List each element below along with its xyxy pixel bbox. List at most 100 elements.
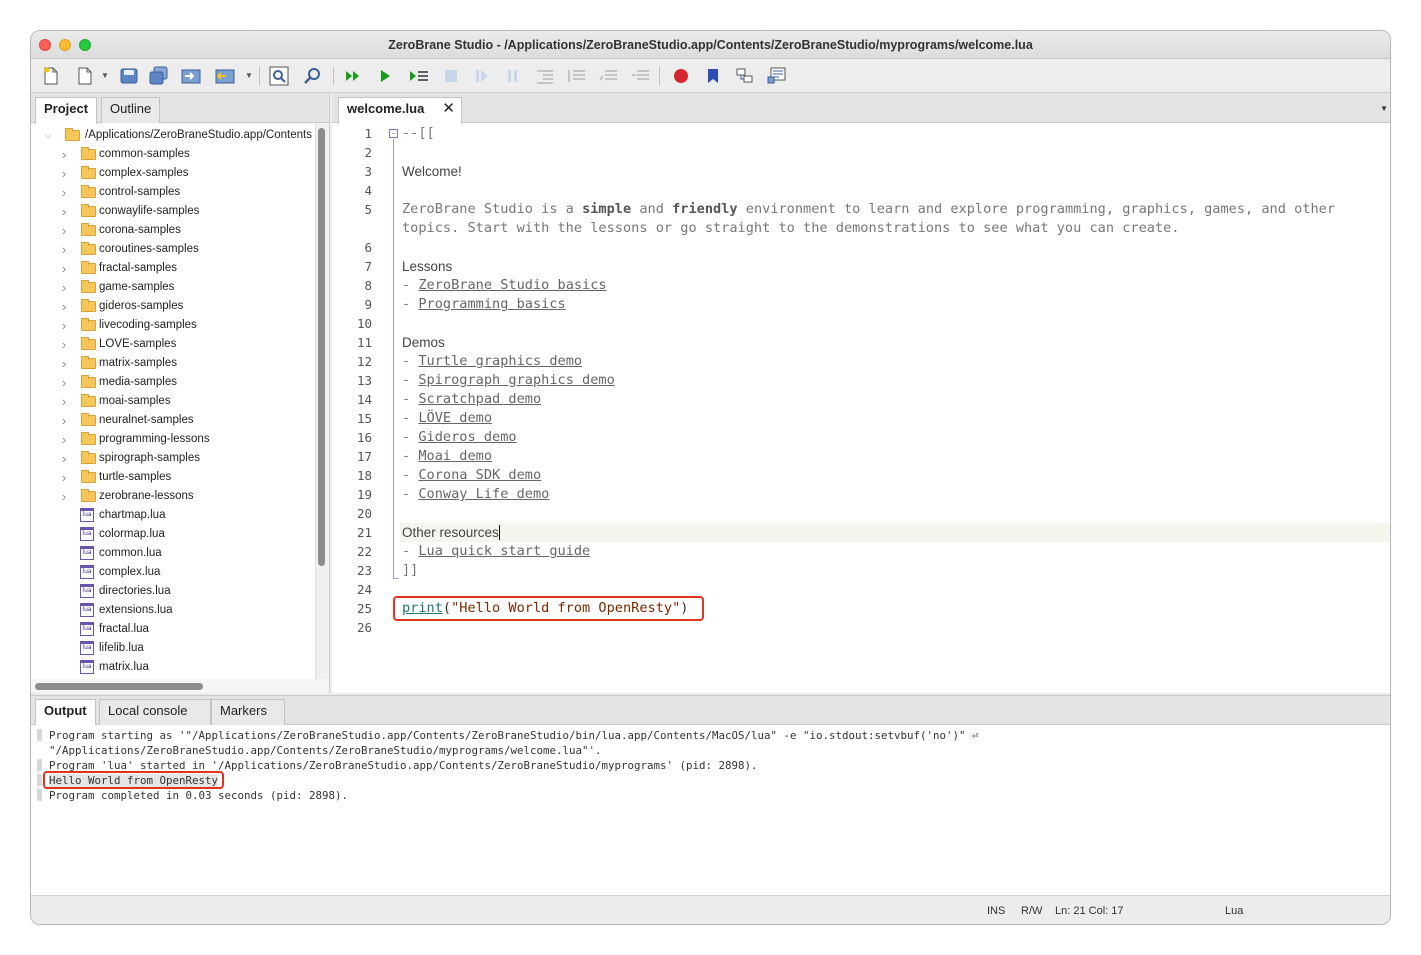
tree-folder-item[interactable]: › gideros-samples bbox=[31, 297, 315, 316]
tab-output[interactable]: Output bbox=[35, 699, 96, 725]
doc-link[interactable]: LÖVE demo bbox=[418, 410, 492, 426]
start-debug-icon[interactable] bbox=[375, 66, 395, 86]
tree-file-item[interactable]: lua chartmap.lua bbox=[31, 506, 315, 525]
chevron-right-icon[interactable]: › bbox=[59, 259, 69, 278]
code-line[interactable]: Lessons bbox=[402, 257, 452, 276]
step-out-icon[interactable] bbox=[567, 66, 587, 86]
code-line[interactable]: print("Hello World from OpenResty") bbox=[402, 599, 688, 618]
tree-folder-item[interactable]: › moai-samples bbox=[31, 392, 315, 411]
tree-file-item[interactable]: lua fractal.lua bbox=[31, 620, 315, 639]
fold-toggle-icon[interactable]: − bbox=[389, 129, 398, 138]
tab-outline[interactable]: Outline bbox=[101, 97, 161, 123]
doc-link[interactable]: Spirograph graphics demo bbox=[418, 372, 614, 388]
stop-icon[interactable] bbox=[441, 66, 461, 86]
doc-link[interactable]: Gideros demo bbox=[418, 429, 516, 445]
chevron-down-icon[interactable]: ▼ bbox=[101, 71, 109, 80]
watch-icon[interactable] bbox=[599, 66, 619, 86]
chevron-down-icon[interactable]: ⌵ bbox=[43, 126, 53, 145]
find-icon[interactable] bbox=[269, 66, 289, 86]
analyze-icon[interactable] bbox=[767, 66, 787, 86]
tree-folder-item[interactable]: › turtle-samples bbox=[31, 468, 315, 487]
tree-folder-item[interactable]: › neuralnet-samples bbox=[31, 411, 315, 430]
tree-horizontal-scrollbar[interactable] bbox=[35, 683, 203, 690]
chevron-right-icon[interactable]: › bbox=[59, 145, 69, 164]
tree-file-item[interactable]: lua colormap.lua bbox=[31, 525, 315, 544]
code-line[interactable]: - Programming basics bbox=[402, 295, 566, 314]
code-line[interactable]: Demos bbox=[402, 333, 445, 352]
chevron-right-icon[interactable]: › bbox=[59, 354, 69, 373]
find-in-files-icon[interactable] bbox=[303, 66, 323, 86]
doc-link[interactable]: Turtle graphics demo bbox=[418, 353, 582, 369]
tree-root[interactable]: ⌵ /Applications/ZeroBraneStudio.app/Cont… bbox=[31, 126, 315, 145]
code-line[interactable]: - Lua quick start guide bbox=[402, 542, 590, 561]
project-directory-icon[interactable] bbox=[181, 66, 201, 86]
code-editor[interactable]: 1 --[[2 3 Welcome! 4 5 ZeroBrane Studio is a s… bbox=[332, 124, 1390, 693]
code-line[interactable]: - Scratchpad demo bbox=[402, 390, 541, 409]
chevron-right-icon[interactable]: › bbox=[59, 221, 69, 240]
chevron-right-icon[interactable]: › bbox=[59, 392, 69, 411]
project-choose-icon[interactable] bbox=[215, 66, 235, 86]
doc-link[interactable]: Lua quick start guide bbox=[418, 543, 590, 559]
tree-folder-item[interactable]: › game-samples bbox=[31, 278, 315, 297]
run-icon[interactable] bbox=[343, 66, 363, 86]
doc-link[interactable]: Moai demo bbox=[418, 448, 492, 464]
doc-link[interactable]: Conway Life demo bbox=[418, 486, 549, 502]
tree-vertical-scrollbar[interactable] bbox=[318, 128, 325, 566]
doc-link[interactable]: ZeroBrane Studio basics bbox=[418, 277, 606, 293]
compile-icon[interactable] bbox=[735, 66, 755, 86]
tree-folder-item[interactable]: › media-samples bbox=[31, 373, 315, 392]
tree-file-item[interactable]: lua extensions.lua bbox=[31, 601, 315, 620]
code-line[interactable]: - Gideros demo bbox=[402, 428, 517, 447]
tree-folder-item[interactable]: › fractal-samples bbox=[31, 259, 315, 278]
tree-folder-item[interactable]: › corona-samples bbox=[31, 221, 315, 240]
tree-folder-item[interactable]: › LOVE-samples bbox=[31, 335, 315, 354]
chevron-right-icon[interactable]: › bbox=[59, 449, 69, 468]
chevron-right-icon[interactable]: › bbox=[59, 240, 69, 259]
chevron-right-icon[interactable]: › bbox=[59, 278, 69, 297]
tree-folder-item[interactable]: › coroutines-samples bbox=[31, 240, 315, 259]
tab-project[interactable]: Project bbox=[35, 97, 98, 124]
break-icon[interactable] bbox=[503, 66, 523, 86]
tree-folder-item[interactable]: › programming-lessons bbox=[31, 430, 315, 449]
tab-welcome-lua[interactable]: welcome.lua ✕ bbox=[338, 97, 462, 124]
code-line[interactable]: Other resources bbox=[402, 523, 500, 542]
code-line[interactable]: ]] bbox=[402, 561, 418, 580]
tree-folder-item[interactable]: › complex-samples bbox=[31, 164, 315, 183]
chevron-right-icon[interactable]: › bbox=[59, 468, 69, 487]
tree-file-item[interactable]: lua directories.lua bbox=[31, 582, 315, 601]
code-line[interactable]: - Corona SDK demo bbox=[402, 466, 541, 485]
chevron-right-icon[interactable]: › bbox=[59, 335, 69, 354]
chevron-right-icon[interactable]: › bbox=[59, 183, 69, 202]
run-to-cursor-icon[interactable] bbox=[409, 66, 429, 86]
close-icon[interactable]: ✕ bbox=[442, 98, 455, 120]
tree-file-item[interactable]: lua lifelib.lua bbox=[31, 639, 315, 658]
code-line[interactable]: ZeroBrane Studio is a simple and friendl… bbox=[402, 200, 1335, 219]
stack-icon[interactable] bbox=[631, 66, 651, 86]
save-all-icon[interactable] bbox=[149, 66, 169, 86]
chevron-right-icon[interactable]: › bbox=[59, 487, 69, 506]
code-line[interactable]: Welcome! bbox=[402, 162, 462, 181]
code-line[interactable]: topics. Start with the lessons or go str… bbox=[402, 219, 1180, 238]
chevron-right-icon[interactable]: › bbox=[59, 316, 69, 335]
chevron-down-icon[interactable]: ▼ bbox=[245, 71, 253, 80]
save-icon[interactable] bbox=[119, 66, 139, 86]
chevron-right-icon[interactable]: › bbox=[59, 297, 69, 316]
output-text[interactable]: Program starting as '"/Applications/Zero… bbox=[31, 726, 1390, 897]
chevron-right-icon[interactable]: › bbox=[59, 411, 69, 430]
new-file-icon[interactable] bbox=[41, 66, 61, 86]
tree-file-item[interactable]: lua matrix.lua bbox=[31, 658, 315, 677]
code-line[interactable]: - LÖVE demo bbox=[402, 409, 492, 428]
step-over-icon[interactable] bbox=[472, 66, 492, 86]
bookmark-icon[interactable] bbox=[703, 66, 723, 86]
step-into-icon[interactable] bbox=[535, 66, 555, 86]
tab-markers[interactable]: Markers bbox=[211, 699, 285, 725]
chevron-right-icon[interactable]: › bbox=[59, 430, 69, 449]
open-file-icon[interactable] bbox=[75, 66, 95, 86]
code-line[interactable]: - ZeroBrane Studio basics bbox=[402, 276, 607, 295]
chevron-right-icon[interactable]: › bbox=[59, 202, 69, 221]
code-line[interactable]: - Turtle graphics demo bbox=[402, 352, 582, 371]
code-line[interactable]: - Spirograph graphics demo bbox=[402, 371, 615, 390]
chevron-down-icon[interactable]: ▼ bbox=[1380, 104, 1388, 113]
tree-folder-item[interactable]: › spirograph-samples bbox=[31, 449, 315, 468]
tree-folder-item[interactable]: › livecoding-samples bbox=[31, 316, 315, 335]
